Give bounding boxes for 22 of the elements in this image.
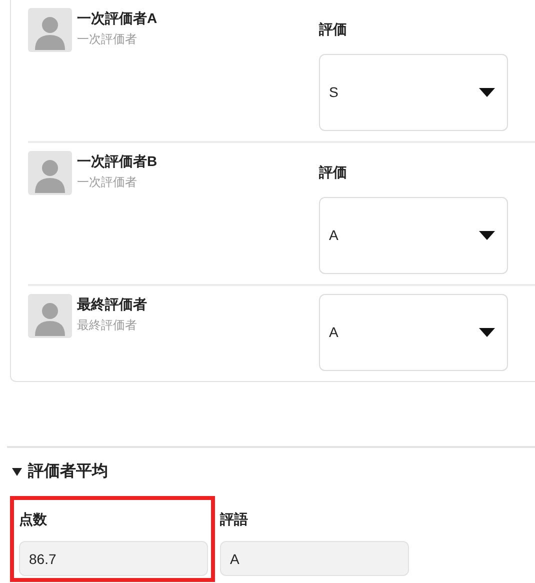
- evaluator-role: 一次評価者: [77, 31, 138, 48]
- avatar-icon: [28, 151, 72, 195]
- evaluator-name: 一次評価者A: [77, 9, 158, 28]
- evaluator-role: 一次評価者: [77, 174, 138, 191]
- dropdown-caret-icon: [479, 328, 495, 337]
- evaluator-name: 一次評価者B: [77, 152, 158, 171]
- rating-label: 評価: [319, 20, 348, 38]
- section-toggle[interactable]: 評価者平均: [12, 460, 108, 484]
- readonly-field[interactable]: 86.7: [19, 541, 208, 576]
- readonly-field[interactable]: A: [220, 541, 409, 576]
- dropdown-caret-icon: [479, 88, 495, 97]
- evaluator-role: 最終評価者: [77, 317, 138, 334]
- dropdown-caret-icon: [479, 231, 495, 240]
- field-label: 評語: [220, 510, 249, 528]
- rating-label: 評価: [319, 163, 348, 181]
- avatar-icon: [28, 294, 72, 338]
- rating-select[interactable]: A: [319, 197, 508, 274]
- field-label: 点数: [19, 510, 48, 528]
- evaluator-name: 最終評価者: [77, 295, 147, 314]
- avatar-icon: [28, 8, 72, 52]
- rating-select[interactable]: S: [319, 54, 508, 131]
- rating-select[interactable]: A: [319, 294, 508, 371]
